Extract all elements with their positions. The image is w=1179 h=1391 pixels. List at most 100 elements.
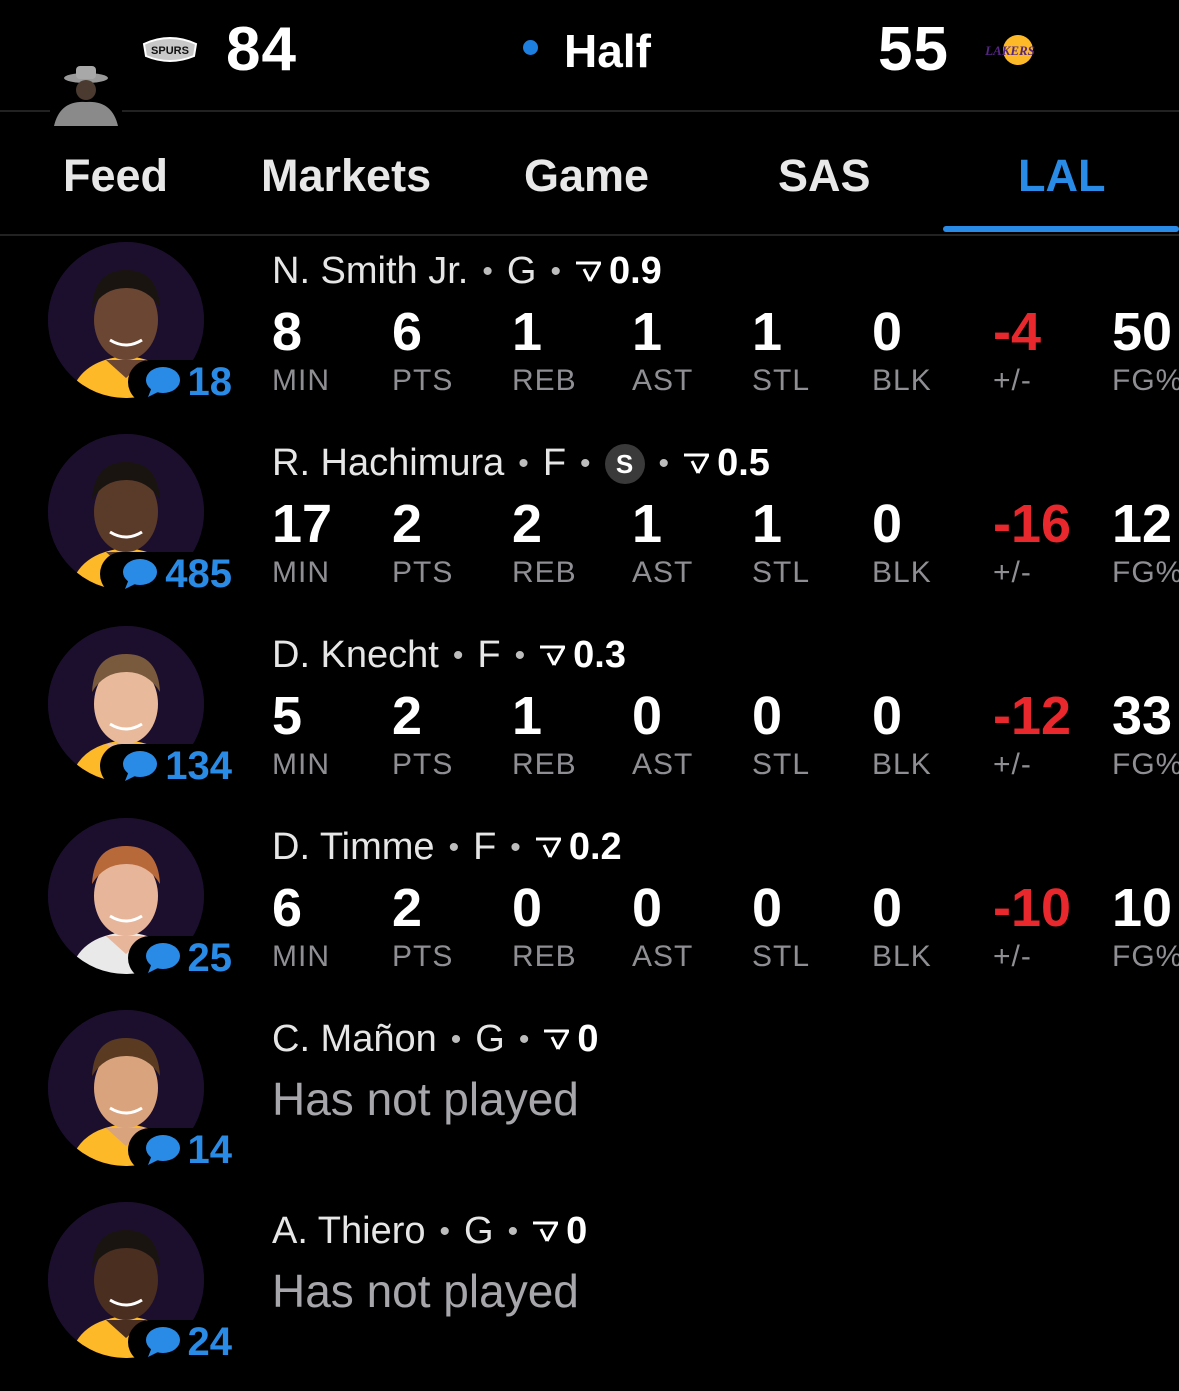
player-rating: 0 (566, 1210, 588, 1252)
stat-value: 17 (272, 494, 333, 554)
stat-value: 0 (752, 878, 783, 938)
stat-value: 33 (1112, 686, 1173, 746)
chat-badge[interactable]: 25 (128, 936, 232, 980)
stat-cell: 0 STL (752, 686, 810, 782)
played-status: Has not played (272, 1265, 579, 1317)
stat-label: REB (512, 940, 577, 973)
stat-label: FG% (1112, 364, 1179, 397)
chat-badge[interactable]: 24 (128, 1320, 232, 1364)
stat-cell: -10 +/- (993, 878, 1071, 974)
scoreboard: SPURS 84 Half 55 LAKERS (0, 0, 1179, 126)
rating-filter-icon (575, 261, 601, 282)
stat-cell: 12 FG% (1112, 494, 1179, 590)
player-info-line: C. Mañon • G • 0 (272, 1018, 598, 1061)
rating-filter-icon (544, 1029, 570, 1050)
stat-label: PTS (392, 556, 454, 589)
chat-bubble-icon (145, 943, 180, 973)
player-row[interactable]: 24 A. Thiero • G • 0 Has not played (0, 1196, 1179, 1388)
stat-value: 6 (392, 302, 423, 362)
stat-label: STL (752, 940, 811, 973)
stat-cell: 2 PTS (392, 878, 453, 974)
chat-count: 485 (165, 551, 232, 596)
chat-bubble-icon (123, 751, 158, 781)
rating-filter-icon (684, 453, 710, 474)
player-rating: 0.2 (568, 826, 622, 868)
separator-dot: • (448, 830, 460, 864)
played-status: Has not played (272, 1073, 579, 1125)
stat-label: AST (632, 748, 694, 781)
chat-bubble-icon (145, 367, 180, 397)
stat-value: 2 (512, 494, 543, 554)
stat-label: FG% (1112, 556, 1179, 589)
chat-count: 18 (187, 359, 233, 404)
chat-count: 25 (187, 935, 233, 980)
player-row[interactable]: 485 R. Hachimura • F • S • 0.5 17 MIN 2 P… (0, 428, 1179, 620)
stat-label: REB (512, 748, 577, 781)
stat-value: 0 (872, 302, 903, 362)
player-row[interactable]: 14 C. Mañon • G • 0 Has not played (0, 1004, 1179, 1196)
stat-value: 2 (392, 686, 423, 746)
live-status-dot (523, 40, 538, 55)
stat-label: REB (512, 364, 577, 397)
player-row[interactable]: 25 D. Timme • F • 0.2 6 MIN 2 PTS 0 REB (0, 812, 1179, 1004)
stat-label: STL (752, 748, 811, 781)
player-name[interactable]: R. Hachimura (272, 442, 504, 485)
stat-value: 1 (632, 302, 663, 362)
player-name[interactable]: N. Smith Jr. (272, 250, 468, 293)
rating-filter-icon (533, 1221, 559, 1242)
stat-value: 8 (272, 302, 303, 362)
player-info-line: D. Knecht • F • 0.3 (272, 634, 626, 677)
stat-label: STL (752, 556, 811, 589)
stat-label: +/- (993, 556, 1032, 589)
chat-badge[interactable]: 14 (128, 1128, 232, 1172)
tab-markets[interactable]: Markets (261, 150, 431, 202)
player-rating: 0.5 (717, 442, 770, 484)
chat-count: 24 (187, 1319, 233, 1364)
stat-label: +/- (993, 364, 1032, 397)
stat-cell: 33 FG% (1112, 686, 1179, 782)
stat-cell: 6 MIN (272, 878, 330, 974)
stat-cell: 0 REB (512, 878, 577, 974)
stat-label: +/- (993, 748, 1032, 781)
tab-lal[interactable]: LAL (1018, 150, 1105, 202)
stat-value: 0 (632, 878, 663, 938)
player-name[interactable]: A. Thiero (272, 1210, 425, 1253)
chat-badge[interactable]: 485 (100, 552, 232, 596)
lakers-logo-icon: LAKERS (984, 35, 1035, 65)
chat-badge[interactable]: 18 (128, 360, 232, 404)
stat-label: FG% (1112, 748, 1179, 781)
stat-value: 0 (512, 878, 543, 938)
player-name[interactable]: C. Mañon (272, 1018, 437, 1061)
stat-cell: 50 FG% (1112, 302, 1179, 398)
player-position: G (464, 1210, 494, 1252)
player-row[interactable]: 134 D. Knecht • F • 0.3 5 MIN 2 PTS 1 RE… (0, 620, 1179, 812)
chat-count: 134 (165, 743, 232, 788)
separator-dot: • (452, 638, 464, 672)
player-row[interactable]: 18 N. Smith Jr. • G • 0.9 8 MIN 6 PTS 1 … (0, 236, 1179, 428)
stat-cell: 0 AST (632, 878, 693, 974)
stat-cell: 1 STL (752, 494, 810, 590)
stat-value: 2 (392, 494, 423, 554)
stat-cell: 1 REB (512, 302, 577, 398)
tab-game[interactable]: Game (524, 150, 649, 202)
stat-value: 12 (1112, 494, 1173, 554)
player-position: F (542, 442, 567, 484)
stat-value: 1 (752, 494, 783, 554)
player-name[interactable]: D. Timme (272, 826, 435, 869)
stat-value: -4 (993, 302, 1042, 362)
stat-label: PTS (392, 364, 454, 397)
stat-cell: 0 STL (752, 878, 810, 974)
tab-sas[interactable]: SAS (778, 150, 871, 202)
player-name[interactable]: D. Knecht (272, 634, 439, 677)
active-tab-indicator (943, 226, 1179, 232)
tab-feed[interactable]: Feed (63, 150, 168, 202)
rating-filter-icon (540, 645, 566, 666)
separator-dot: • (439, 1214, 450, 1248)
player-position: F (473, 826, 497, 868)
away-score: 55 (878, 15, 949, 84)
stat-label: PTS (392, 748, 454, 781)
stat-cell: 8 MIN (272, 302, 330, 398)
stat-cell: 0 AST (632, 686, 693, 782)
player-info-line: R. Hachimura • F • S • 0.5 (272, 442, 770, 485)
chat-badge[interactable]: 134 (100, 744, 232, 788)
